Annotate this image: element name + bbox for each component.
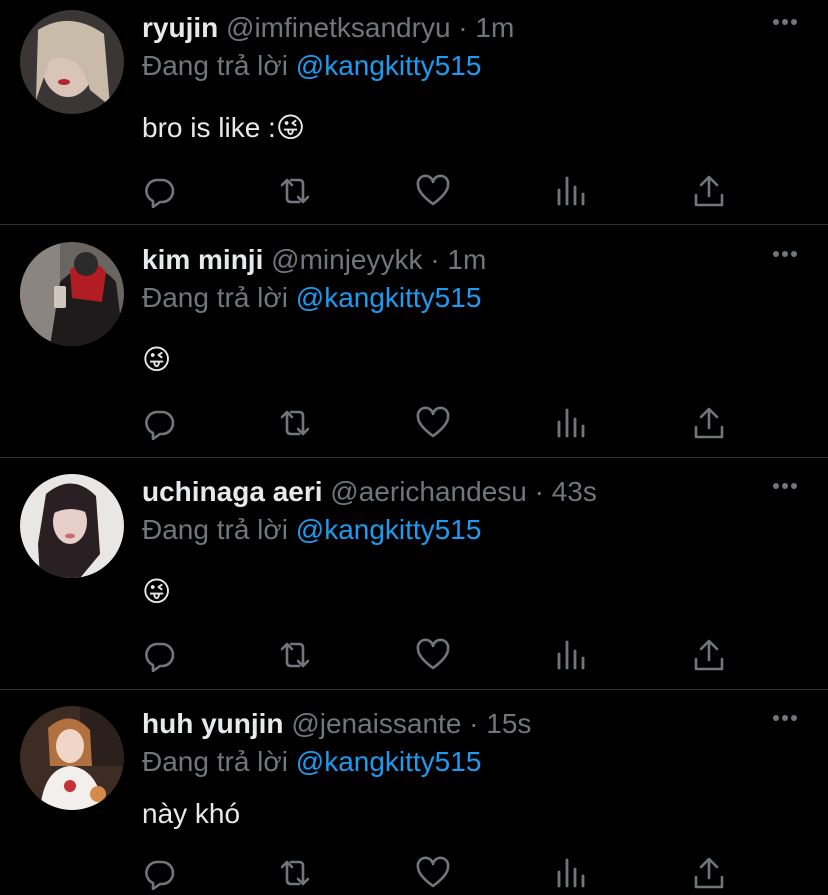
like-icon [416,406,450,438]
reply-icon [145,410,175,440]
analytics-icon [557,640,585,670]
tweet[interactable]: huh yunjin @jenaissante · 15s Đang trả l… [0,696,828,895]
separator: · [461,708,487,739]
reply-button[interactable] [142,638,176,672]
share-icon [694,407,724,439]
tweet[interactable]: uchinaga aeri @aerichandesu · 43s Đang t… [0,464,828,688]
retweet-icon [280,178,310,204]
action-bar [142,406,724,440]
tweet[interactable]: ryujin @imfinetksandryu · 1m Đang trả lờ… [0,0,828,223]
tweet-text: này khó [142,798,241,829]
like-button[interactable] [416,406,450,440]
display-name[interactable]: uchinaga aeri [142,476,323,507]
analytics-button[interactable] [554,406,588,440]
share-button[interactable] [692,638,726,672]
reply-prefix: Đang trả lời [142,50,288,81]
like-button[interactable] [416,638,450,672]
mention-link[interactable]: @kangkitty515 [296,50,482,81]
separator: · [526,476,552,507]
tweet-header: kim minji @minjeyykk · 1m [142,242,486,278]
analytics-icon [557,176,585,206]
tweet-header: ryujin @imfinetksandryu · 1m [142,10,514,46]
share-button[interactable] [692,856,726,890]
avatar[interactable] [20,706,124,810]
timestamp[interactable]: 1m [447,244,486,275]
avatar[interactable] [20,474,124,578]
tweet-divider [0,689,828,690]
display-name[interactable]: kim minji [142,244,263,275]
action-bar [142,638,724,672]
retweet-icon [280,410,310,436]
timestamp[interactable]: 43s [552,476,597,507]
reply-button[interactable] [142,856,176,890]
user-handle[interactable]: @imfinetksandryu [226,12,451,43]
separator: · [450,12,476,43]
like-button[interactable] [416,856,450,890]
tweet-divider [0,224,828,225]
analytics-icon [557,858,585,888]
retweet-button[interactable] [278,856,312,890]
reply-prefix: Đang trả lời [142,282,288,313]
reply-icon [145,860,175,890]
analytics-button[interactable] [554,638,588,672]
more-icon[interactable] [772,482,798,490]
tweet[interactable]: kim minji @minjeyykk · 1m Đang trả lời @… [0,232,828,456]
separator: · [422,244,448,275]
reply-prefix: Đang trả lời [142,514,288,545]
mention-link[interactable]: @kangkitty515 [296,514,482,545]
reply-icon [145,178,175,208]
more-icon[interactable] [772,714,798,722]
analytics-button[interactable] [554,856,588,890]
like-icon [416,174,450,206]
timestamp[interactable]: 1m [475,12,514,43]
tweet-text: bro is like :😜 [142,112,306,143]
display-name[interactable]: ryujin [142,12,218,43]
retweet-button[interactable] [278,174,312,208]
like-icon [416,856,450,888]
replying-to: Đang trả lời @kangkitty515 [142,512,481,548]
more-icon[interactable] [772,250,798,258]
analytics-icon [557,408,585,438]
display-name[interactable]: huh yunjin [142,708,284,739]
share-button[interactable] [692,406,726,440]
reply-button[interactable] [142,406,176,440]
retweet-icon [280,860,310,886]
mention-link[interactable]: @kangkitty515 [296,746,482,777]
replying-to: Đang trả lời @kangkitty515 [142,48,481,84]
timestamp[interactable]: 15s [486,708,531,739]
user-handle[interactable]: @aerichandesu [330,476,527,507]
tweet-text: 😜 [142,576,172,607]
like-icon [416,638,450,670]
user-handle[interactable]: @jenaissante [291,708,461,739]
tweet-divider [0,457,828,458]
reply-icon [145,642,175,672]
share-button[interactable] [692,174,726,208]
replying-to: Đang trả lời @kangkitty515 [142,744,481,780]
retweet-button[interactable] [278,406,312,440]
user-handle[interactable]: @minjeyykk [271,244,422,275]
share-icon [694,857,724,889]
action-bar [142,174,724,208]
mention-link[interactable]: @kangkitty515 [296,282,482,313]
reply-prefix: Đang trả lời [142,746,288,777]
replying-to: Đang trả lời @kangkitty515 [142,280,481,316]
share-icon [694,175,724,207]
action-bar [142,856,724,890]
tweet-text: 😜 [142,344,172,375]
share-icon [694,639,724,671]
like-button[interactable] [416,174,450,208]
reply-button[interactable] [142,174,176,208]
tweet-header: uchinaga aeri @aerichandesu · 43s [142,474,597,510]
tweet-header: huh yunjin @jenaissante · 15s [142,706,531,742]
avatar[interactable] [20,10,124,114]
retweet-icon [280,642,310,668]
more-icon[interactable] [772,18,798,26]
analytics-button[interactable] [554,174,588,208]
retweet-button[interactable] [278,638,312,672]
avatar[interactable] [20,242,124,346]
